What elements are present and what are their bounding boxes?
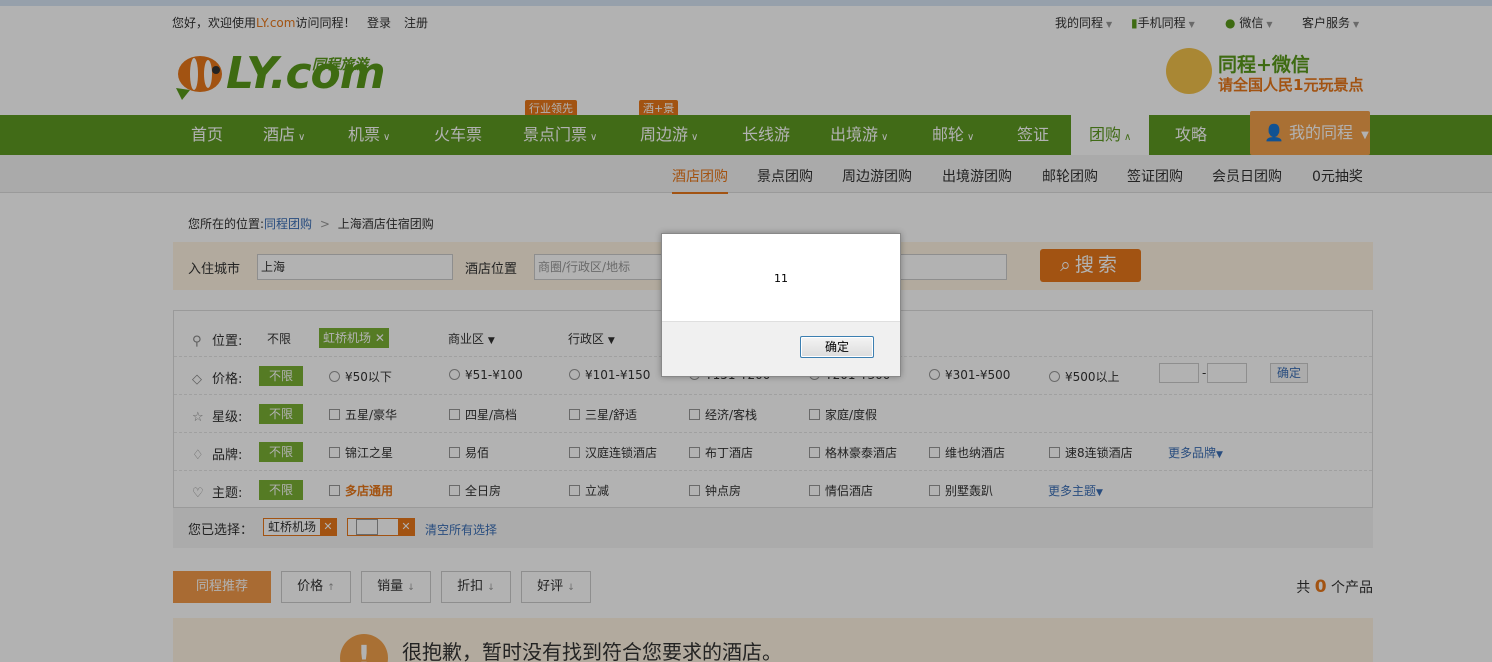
alert-dialog: 11 确定 bbox=[661, 233, 901, 377]
alert-ok-button[interactable]: 确定 bbox=[800, 336, 874, 358]
alert-message: 11 bbox=[774, 272, 788, 285]
alert-footer: 确定 bbox=[662, 321, 900, 376]
